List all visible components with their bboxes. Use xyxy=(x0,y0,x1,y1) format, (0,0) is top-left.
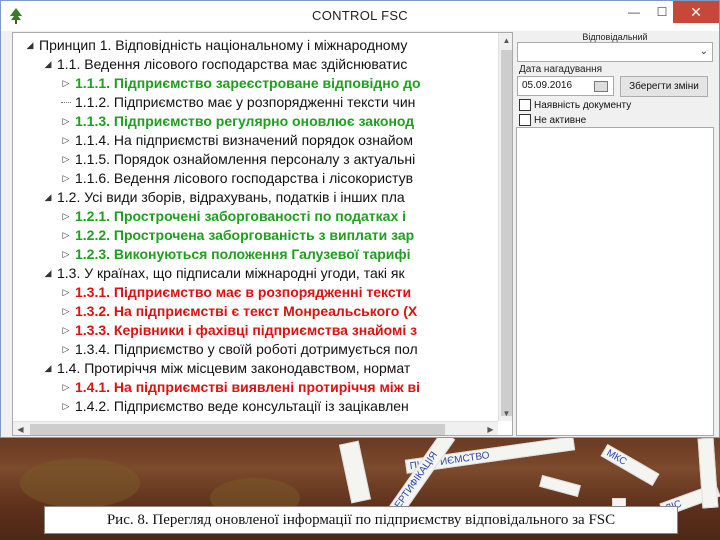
horizontal-scrollbar[interactable]: ◀ ▶ xyxy=(13,421,498,435)
tree-item-label: 1.1.6. Ведення лісового господарства і л… xyxy=(75,170,414,186)
tree-item-label: 1.2.1. Прострочені заборгованості по под… xyxy=(75,208,407,224)
collapse-arrow-icon[interactable]: ◢ xyxy=(25,36,35,55)
expand-arrow-icon[interactable]: ▷ xyxy=(61,378,71,397)
tree-item[interactable]: ◢ 1.3. У країнах, що підписали міжнародні… xyxy=(13,264,497,283)
save-changes-button[interactable]: Зберегти зміни xyxy=(620,76,708,97)
expand-arrow-icon[interactable]: ▷ xyxy=(61,112,71,131)
responsible-label: Відповідальний xyxy=(582,32,648,42)
collapse-arrow-icon[interactable]: ◢ xyxy=(43,264,53,283)
tree-item-label: 1.1.1. Підприємство зареєстроване відпов… xyxy=(75,75,421,91)
tree-item[interactable]: ▷ 1.1.6. Ведення лісового господарства і … xyxy=(13,169,497,188)
reminder-date-field[interactable]: 05.09.2016 xyxy=(517,76,614,96)
doc-present-checkbox[interactable] xyxy=(519,99,531,111)
tree-item-label: 1.4. Протиріччя між місцевим законодавст… xyxy=(57,360,411,376)
responsible-select[interactable]: ⌄ xyxy=(517,42,713,62)
tree-item-label: 1.1.5. Порядок ознайомлення персоналу з … xyxy=(75,151,416,167)
expand-arrow-icon[interactable]: ▷ xyxy=(61,340,71,359)
tree-item-label: 1.1.3. Підприємство регулярно оновлює за… xyxy=(75,113,415,129)
tree-item-label: Принцип 1. Відповідність національному і… xyxy=(39,37,408,53)
photo-paper-strip xyxy=(539,475,581,497)
figure-caption: Рис. 8. Перегляд оновленої інформації по… xyxy=(44,506,678,534)
inactive-label: Не активне xyxy=(534,114,587,126)
tree-item[interactable]: ▷ 1.3.3. Керівники і фахівці підприємства… xyxy=(13,321,497,340)
tree-item[interactable]: ▷ 1.3.2. На підприємстві є текст Монреаль… xyxy=(13,302,497,321)
reminder-date-label: Дата нагадування xyxy=(519,64,603,75)
tree-item-label: 1.1. Ведення лісового господарства має з… xyxy=(57,56,408,72)
tree-item-label: 1.3.4. Підприємство у своїй роботі дотри… xyxy=(75,341,418,357)
photo-shadow xyxy=(20,458,140,508)
expand-arrow-icon[interactable]: ▷ xyxy=(61,169,71,188)
criteria-tree[interactable]: ◢ Принцип 1. Відповідність національному … xyxy=(13,33,497,421)
expand-arrow-icon[interactable]: ▷ xyxy=(61,245,71,264)
tree-item[interactable]: ▷ 1.3.1. Підприємство має в розпорядженні… xyxy=(13,283,497,302)
expand-arrow-icon[interactable]: ▷ xyxy=(61,207,71,226)
tree-item-label: 1.4.2. Підприємство веде консультації із… xyxy=(75,398,409,414)
window-title: CONTROL FSC xyxy=(312,8,408,23)
tree-item[interactable]: ◢ 1.1. Ведення лісового господарства має … xyxy=(13,55,497,74)
vertical-scroll-thumb[interactable] xyxy=(501,50,512,416)
tree-item-label: 1.2. Усі види зборів, відрахувань, подат… xyxy=(57,189,405,205)
notes-area[interactable] xyxy=(516,127,714,436)
collapse-arrow-icon[interactable]: ◢ xyxy=(43,188,53,207)
tree-item-label: 1.3.2. На підприємстві є текст Монреальс… xyxy=(75,303,418,319)
tree-item-label: 1.2.3. Виконуються положення Галузевої т… xyxy=(75,246,411,262)
tree-item-label: 1.2.2. Прострочена заборгованість з випл… xyxy=(75,227,415,243)
expand-arrow-icon[interactable]: ▷ xyxy=(61,131,71,150)
scroll-left-button[interactable]: ◀ xyxy=(13,422,28,435)
inactive-checkbox-row[interactable]: Не активне xyxy=(519,113,586,127)
inactive-checkbox[interactable] xyxy=(519,114,531,126)
expand-arrow-icon[interactable]: ▷ xyxy=(61,321,71,340)
reminder-date-value: 05.09.2016 xyxy=(522,80,573,91)
tree-item[interactable]: ▷ 1.1.3. Підприємство регулярно оновлює з… xyxy=(13,112,497,131)
tree-item[interactable]: ▷ 1.4.1. На підприємстві виявлені протирі… xyxy=(13,378,497,397)
calendar-icon[interactable] xyxy=(594,81,608,92)
tree-item[interactable]: ▷ 1.1.1. Підприємство зареєстроване відпо… xyxy=(13,74,497,93)
doc-present-checkbox-row[interactable]: Наявність документу xyxy=(519,98,631,112)
expand-arrow-icon[interactable]: ▷ xyxy=(61,302,71,321)
tree-item-label: 1.1.2. Підприємство має у розпорядженні … xyxy=(75,94,416,110)
collapse-arrow-icon[interactable]: ◢ xyxy=(43,359,53,378)
expand-arrow-icon[interactable]: ▷ xyxy=(61,226,71,245)
tree-item-label: 1.1.4. На підприємстві визначений порядо… xyxy=(75,132,413,148)
scroll-down-button[interactable]: ▼ xyxy=(499,406,512,421)
tree-item[interactable]: ▷ 1.2.3. Виконуються положення Галузевої … xyxy=(13,245,497,264)
criteria-tree-panel: ◢ Принцип 1. Відповідність національному … xyxy=(12,32,513,436)
tree-item-label: 1.3.1. Підприємство має в розпорядженні … xyxy=(75,284,412,300)
title-bar[interactable]: CONTROL FSC — ☐ ✕ xyxy=(1,1,719,31)
tree-item-label: 1.4.1. На підприємстві виявлені протиріч… xyxy=(75,379,421,395)
details-panel: Відповідальний ⌄ Дата нагадування 05.09.… xyxy=(516,32,714,436)
app-window: CONTROL FSC — ☐ ✕ ◢ Принцип 1. Відповідні… xyxy=(0,0,720,438)
tree-item[interactable]: ◢ 1.4. Протиріччя між місцевим законодавс… xyxy=(13,359,497,378)
collapse-arrow-icon[interactable]: ◢ xyxy=(43,55,53,74)
horizontal-scroll-thumb[interactable] xyxy=(30,424,445,435)
tree-item-label: 1.3. У країнах, що підписали міжнародні … xyxy=(57,265,405,281)
tree-item[interactable]: ▷ 1.2.1. Прострочені заборгованості по по… xyxy=(13,207,497,226)
scroll-up-button[interactable]: ▲ xyxy=(499,33,512,48)
doc-present-label: Наявність документу xyxy=(534,99,632,111)
tree-item-label: 1.3.3. Керівники і фахівці підприємства … xyxy=(75,322,418,338)
tree-item[interactable]: ▷ 1.2.2. Прострочена заборгованість з вип… xyxy=(13,226,497,245)
expand-arrow-icon[interactable]: ▷ xyxy=(61,283,71,302)
expand-arrow-icon[interactable]: ▷ xyxy=(61,150,71,169)
expand-arrow-icon[interactable]: ▷ xyxy=(61,397,71,416)
vertical-scrollbar[interactable]: ▲ ▼ xyxy=(498,33,512,421)
photo-paper-strip xyxy=(338,440,372,504)
close-button[interactable]: ✕ xyxy=(673,1,719,23)
tree-item[interactable]: ◢ Принцип 1. Відповідність національному … xyxy=(13,36,497,55)
tree-item[interactable]: ▷ 1.1.5. Порядок ознайомлення персоналу з… xyxy=(13,150,497,169)
chevron-down-icon[interactable]: ⌄ xyxy=(700,46,708,57)
tree-item[interactable]: ▷ 1.1.4. На підприємстві визначений поряд… xyxy=(13,131,497,150)
scroll-right-button[interactable]: ▶ xyxy=(483,422,498,435)
tree-item[interactable]: 1.1.2. Підприємство має у розпорядженні … xyxy=(13,93,497,112)
tree-item[interactable]: ◢ 1.2. Усі види зборів, відрахувань, пода… xyxy=(13,188,497,207)
tree-item[interactable]: ▷ 1.4.2. Підприємство веде консультації і… xyxy=(13,397,497,416)
tree-item[interactable]: ▷ 1.3.4. Підприємство у своїй роботі дотр… xyxy=(13,340,497,359)
expand-arrow-icon[interactable]: ▷ xyxy=(61,74,71,93)
photo-paper-strip: МКС xyxy=(600,443,660,487)
minimize-button[interactable]: — xyxy=(619,1,649,23)
